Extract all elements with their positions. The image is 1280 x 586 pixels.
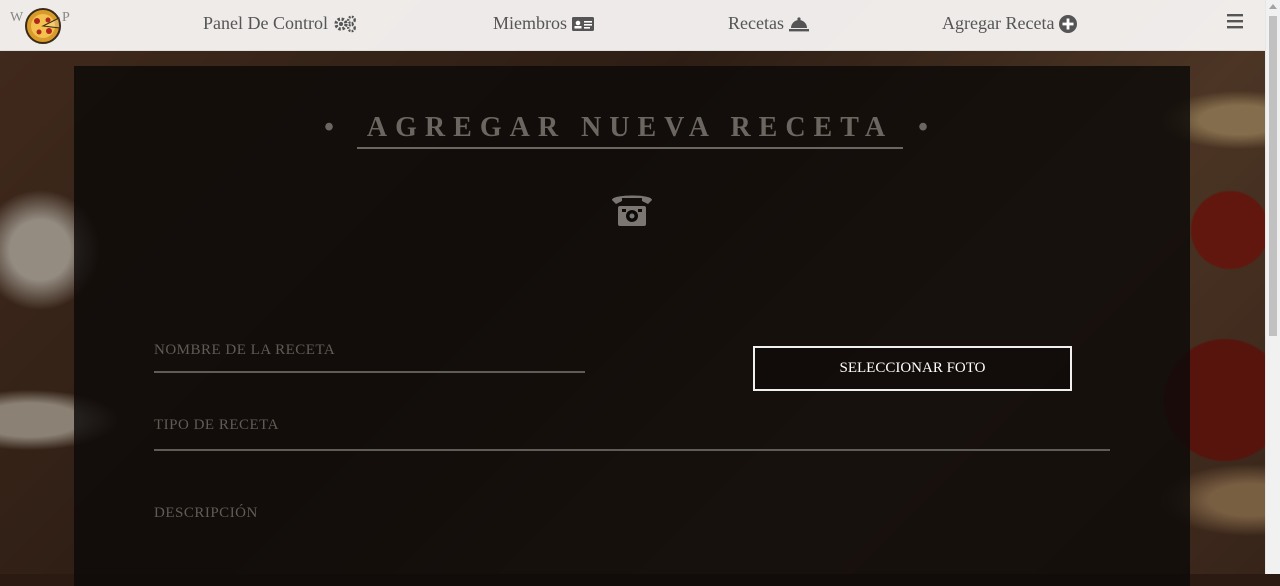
recipe-name-label: NOMBRE DE LA RECETA <box>154 342 336 358</box>
recipe-name-input[interactable] <box>154 371 585 373</box>
top-navbar: W P Panel De Control Miembros Recetas Ag… <box>0 0 1266 51</box>
title-dot-right: • <box>918 112 936 143</box>
recipe-type-input[interactable] <box>154 449 1110 451</box>
nav-item-label: Recetas <box>728 13 784 33</box>
logo-letter-right: P <box>62 10 70 25</box>
select-photo-button[interactable]: SELECCIONAR FOTO <box>753 346 1072 391</box>
description-label: DESCRIPCIÓN <box>154 505 258 521</box>
title-dot-left: • <box>324 112 342 143</box>
nav-item-label: Agregar Receta <box>942 13 1055 33</box>
title-text: AGREGAR NUEVA RECETA <box>356 112 904 149</box>
site-logo[interactable]: W P <box>10 4 72 46</box>
bell-cloche-icon <box>788 15 810 33</box>
scrollbar-thumb[interactable] <box>1269 16 1277 336</box>
nav-item-panel-de-control[interactable]: Panel De Control <box>203 13 358 34</box>
nav-item-label: Miembros <box>493 13 567 33</box>
pizza-icon <box>24 6 62 51</box>
gears-icon <box>332 15 358 33</box>
old-telephone-icon <box>608 190 656 235</box>
recipe-type-label: TIPO DE RECETA <box>154 417 279 433</box>
vertical-scrollbar[interactable] <box>1265 0 1280 574</box>
page-title: • AGREGAR NUEVA RECETA • <box>0 112 1260 149</box>
plus-circle-icon <box>1058 14 1078 34</box>
scroll-up-arrow-icon[interactable] <box>1269 4 1277 9</box>
id-card-icon <box>571 15 595 33</box>
logo-letter-left: W <box>10 10 24 25</box>
nav-item-recetas[interactable]: Recetas <box>728 13 810 34</box>
nav-item-agregar-receta[interactable]: Agregar Receta <box>942 13 1078 34</box>
nav-item-miembros[interactable]: Miembros <box>493 13 595 34</box>
nav-item-label: Panel De Control <box>203 13 328 33</box>
hamburger-icon[interactable] <box>1226 12 1244 35</box>
